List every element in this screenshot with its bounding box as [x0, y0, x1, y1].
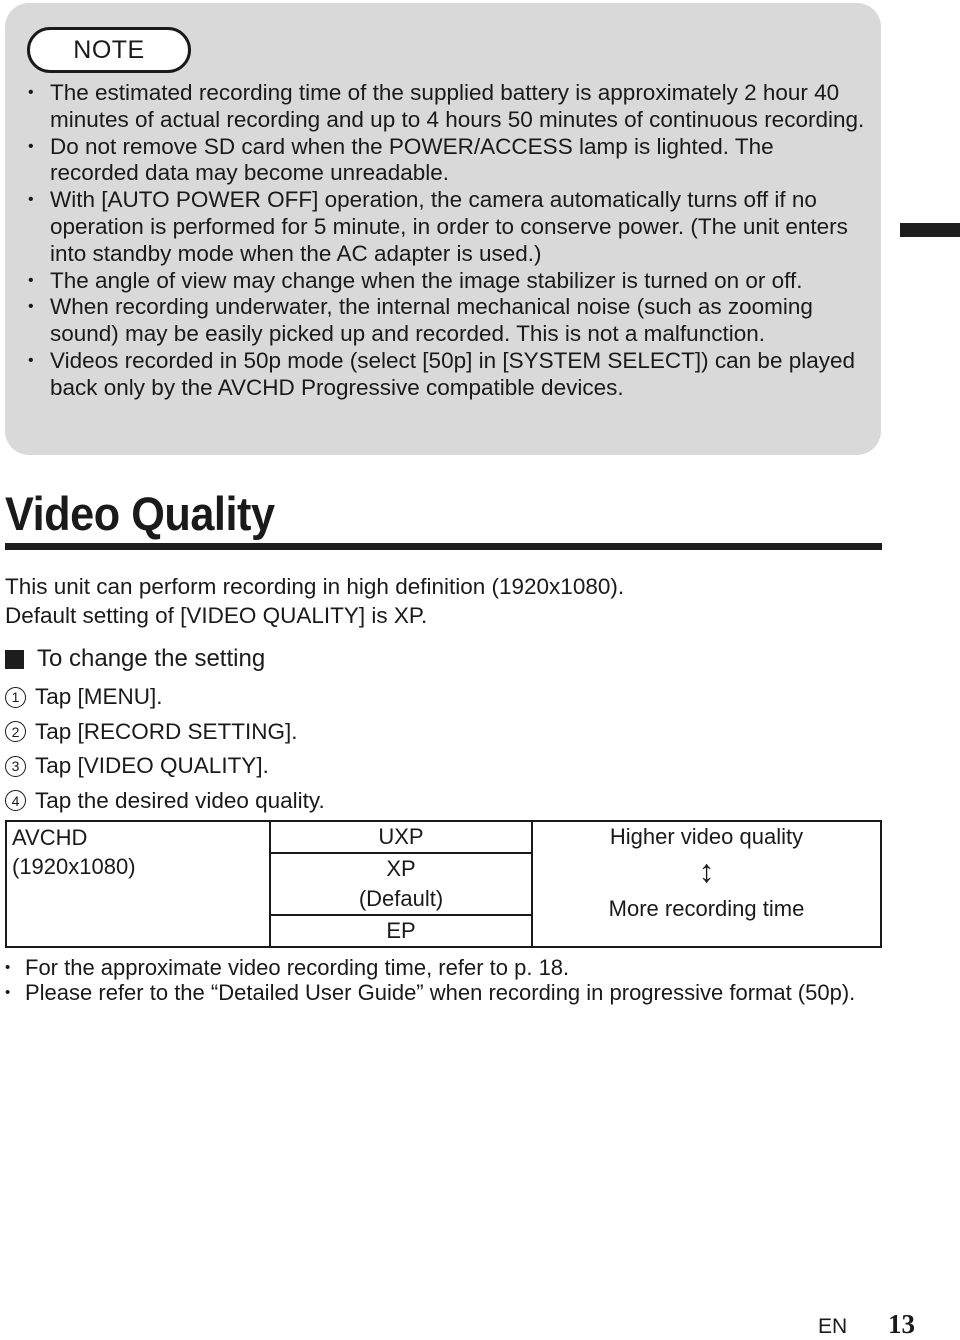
note-item: Videos recorded in 50p mode (select [50p… — [28, 348, 868, 402]
note-item: The angle of view may change when the im… — [28, 268, 868, 295]
format-resolution: (1920x1080) — [12, 854, 136, 879]
section-index-tab — [900, 223, 960, 237]
note-list: The estimated recording time of the supp… — [28, 80, 868, 402]
step-number-icon: 4 — [5, 790, 26, 812]
step-number-icon: 3 — [5, 755, 26, 777]
quality-scale-cell: Higher video quality ↕ More recording ti… — [531, 820, 882, 948]
intro-line: This unit can perform recording in high … — [5, 574, 625, 599]
note-label: NOTE — [27, 27, 191, 73]
mode-cell: EP — [269, 914, 533, 948]
step-item: 3 Tap [VIDEO QUALITY]. — [5, 749, 325, 784]
intro-line: Default setting of [VIDEO QUALITY] is XP… — [5, 603, 428, 628]
video-quality-table: AVCHD (1920x1080) UXP Higher video quali… — [5, 820, 882, 948]
note-item: The estimated recording time of the supp… — [28, 80, 868, 134]
note-item: Do not remove SD card when the POWER/ACC… — [28, 134, 868, 188]
intro-text: This unit can perform recording in high … — [5, 572, 624, 630]
page-title: Video Quality — [5, 487, 275, 540]
footnote-item: Please refer to the “Detailed User Guide… — [5, 980, 885, 1006]
step-item: 2 Tap [RECORD SETTING]. — [5, 715, 325, 750]
table-row: AVCHD (1920x1080) UXP Higher video quali… — [5, 820, 882, 948]
step-text: Tap [MENU]. — [35, 684, 163, 709]
subheading-text: To change the setting — [37, 645, 266, 672]
mode-name: EP — [386, 918, 416, 943]
note-item: When recording underwater, the internal … — [28, 294, 868, 348]
mode-name: XP — [386, 856, 416, 881]
title-divider — [5, 543, 882, 550]
subheading: To change the setting — [5, 645, 265, 673]
footnote-item: For the approximate video recording time… — [5, 955, 885, 981]
mode-note: (Default) — [358, 886, 444, 911]
footnote-list: For the approximate video recording time… — [5, 955, 885, 1006]
page-number: 13 — [888, 1309, 915, 1339]
square-bullet-icon — [5, 649, 24, 669]
scale-top-label: Higher video quality — [609, 824, 804, 849]
step-text: Tap [RECORD SETTING]. — [35, 718, 298, 744]
step-text: Tap [VIDEO QUALITY]. — [35, 753, 269, 778]
up-down-arrow-icon: ↕ — [698, 853, 715, 889]
step-text: Tap the desired video quality. — [35, 787, 325, 813]
mode-cell: XP (Default) — [269, 852, 533, 916]
step-number-icon: 1 — [5, 686, 26, 708]
format-name: AVCHD — [12, 825, 88, 850]
format-cell: AVCHD (1920x1080) — [5, 820, 271, 948]
steps-list: 1 Tap [MENU]. 2 Tap [RECORD SETTING]. 3 Tap… — [5, 680, 325, 818]
note-item: With [AUTO POWER OFF] operation, the cam… — [28, 187, 868, 267]
mode-name: UXP — [378, 824, 424, 849]
mode-cell: UXP — [269, 820, 533, 854]
language-label: EN — [818, 1315, 848, 1338]
step-item: 4 Tap the desired video quality. — [5, 784, 325, 819]
scale-bottom-label: More recording time — [608, 896, 805, 921]
step-item: 1 Tap [MENU]. — [5, 680, 325, 715]
step-number-icon: 2 — [5, 721, 26, 743]
